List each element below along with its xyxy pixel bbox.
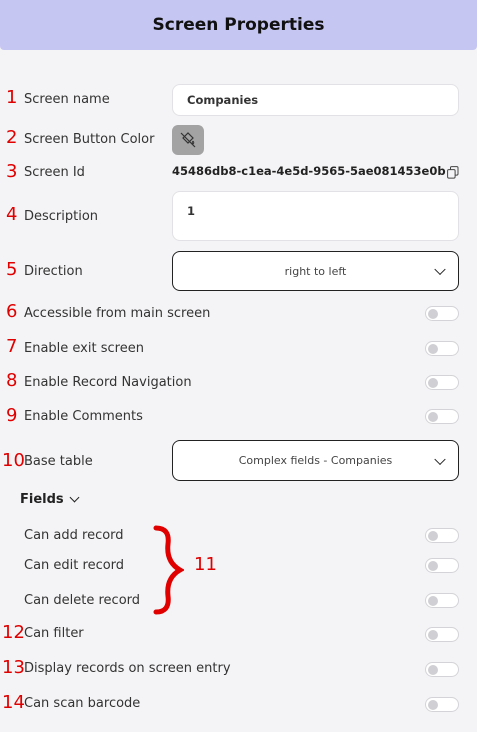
annotation-number-6: 6 [6,301,18,322]
chevron-down-icon [434,263,446,276]
can-delete-record-toggle[interactable] [425,593,459,608]
base-table-select[interactable]: Complex fields - Companies [172,440,459,481]
toggle-knob [428,560,438,571]
annotation-number-5: 5 [6,259,18,280]
screen-button-color-picker[interactable] [172,125,204,155]
annotation-number-8: 8 [6,370,18,391]
direction-value: right to left [284,264,347,278]
can-scan-toggle[interactable] [425,697,459,712]
panel-header: Screen Properties [0,0,477,50]
can-add-record-toggle[interactable] [425,528,459,543]
toggle-knob [428,411,438,422]
annotation-number-7: 7 [6,336,18,357]
description-textarea[interactable]: 1 [172,191,459,241]
annotation-number-14: 14 [2,692,25,713]
screen-id-value: 45486db8-c1ea-4e5d-9565-5ae081453e0b [172,164,446,178]
direction-select[interactable]: right to left [172,251,459,291]
can-filter-label: Can filter [24,626,84,641]
toggle-knob [428,629,438,640]
annotation-number-1: 1 [6,87,18,108]
screen-id-label: Screen Id [24,165,85,180]
fields-heading: Fields [20,492,64,507]
enable-record-nav-toggle[interactable] [425,375,459,390]
annotation-number-10: 10 [2,450,25,471]
can-add-record-label: Can add record [24,528,124,543]
enable-record-nav-label: Enable Record Navigation [24,375,192,390]
screen-name-value: Companies [187,93,259,107]
toggle-knob [428,664,438,675]
toggle-knob [428,595,438,606]
panel-title: Screen Properties [152,15,325,35]
accessible-main-label: Accessible from main screen [24,306,211,321]
display-records-toggle[interactable] [425,662,459,677]
annotation-number-12: 12 [2,622,25,643]
enable-comments-toggle[interactable] [425,409,459,424]
toggle-knob [428,308,438,319]
no-color-bucket-icon [180,132,196,148]
annotation-brace [153,525,184,615]
can-delete-record-label: Can delete record [24,593,141,608]
description-label: Description [24,209,99,224]
screen-name-input[interactable]: Companies [172,84,459,116]
annotation-number-9: 9 [6,405,18,426]
annotation-number-3: 3 [6,161,18,182]
enable-comments-label: Enable Comments [24,409,143,424]
fields-section-toggle[interactable]: Fields [20,492,80,507]
chevron-down-icon [434,453,446,465]
toggle-knob [428,699,438,710]
annotation-number-4: 4 [6,204,18,225]
toggle-knob [428,377,438,388]
can-edit-record-toggle[interactable] [425,558,459,573]
screen-button-color-label: Screen Button Color [24,132,155,147]
screen-name-label: Screen name [24,92,110,107]
display-records-label: Display records on screen entry [24,661,231,676]
annotation-number-11: 11 [194,554,217,575]
can-filter-toggle[interactable] [425,627,459,642]
enable-exit-toggle[interactable] [425,341,459,356]
base-table-value: Complex fields - Companies [238,454,393,467]
annotation-number-2: 2 [6,127,18,148]
accessible-main-toggle[interactable] [425,306,459,321]
chevron-down-icon [69,492,80,503]
can-scan-label: Can scan barcode [24,696,141,711]
description-value: 1 [187,204,196,218]
base-table-label: Base table [24,454,93,469]
can-edit-record-label: Can edit record [24,558,125,573]
copy-icon[interactable] [447,166,459,179]
toggle-knob [428,530,438,541]
toggle-knob [428,343,438,354]
direction-label: Direction [24,264,83,279]
enable-exit-label: Enable exit screen [24,341,144,356]
annotation-number-13: 13 [2,657,25,678]
